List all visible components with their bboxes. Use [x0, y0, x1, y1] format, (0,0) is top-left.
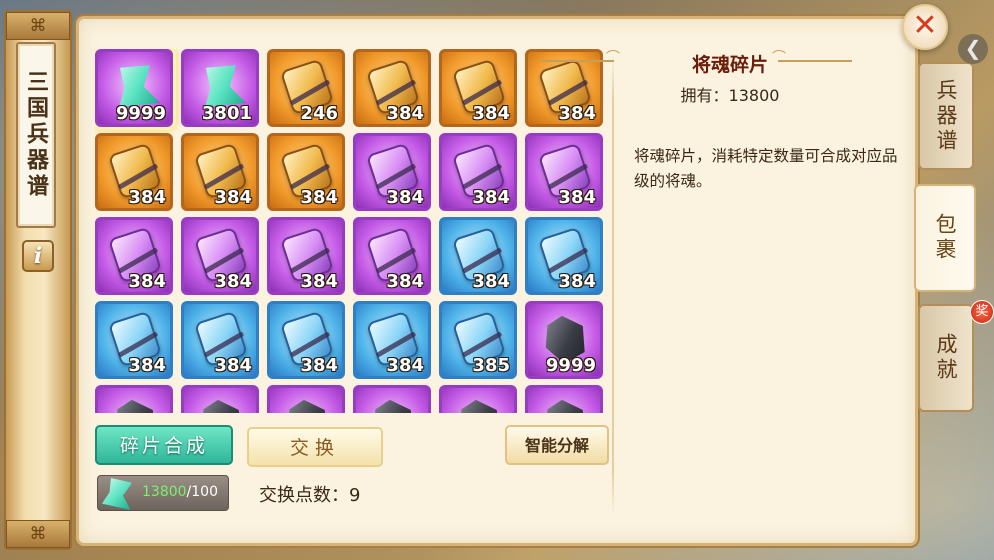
- item-count: 384: [214, 187, 252, 208]
- back-arrow-icon[interactable]: ❮: [958, 34, 988, 64]
- item-slot[interactable]: 9999: [95, 49, 173, 127]
- banner-knob-bottom: [6, 520, 70, 548]
- item-slot[interactable]: 384: [267, 217, 345, 295]
- item-slot[interactable]: 384: [525, 217, 603, 295]
- banner-knob-top: [6, 12, 70, 40]
- item-slot[interactable]: 384: [95, 301, 173, 379]
- item-count: 384: [472, 187, 510, 208]
- item-slot[interactable]: [267, 385, 345, 413]
- synthesize-button[interactable]: 碎片合成: [95, 425, 233, 465]
- item-slot[interactable]: 384: [181, 217, 259, 295]
- item-slot[interactable]: 384: [181, 301, 259, 379]
- item-count: 384: [300, 187, 338, 208]
- item-count: 384: [128, 187, 166, 208]
- item-slot[interactable]: 384: [95, 133, 173, 211]
- ore-fragment-icon: [452, 395, 506, 413]
- item-count: 384: [300, 271, 338, 292]
- item-count: 384: [386, 355, 424, 376]
- item-slot[interactable]: 384: [525, 133, 603, 211]
- item-slot[interactable]: [95, 385, 173, 413]
- item-count: 384: [386, 271, 424, 292]
- item-count: 384: [300, 355, 338, 376]
- item-slot[interactable]: [525, 385, 603, 413]
- item-slot[interactable]: 384: [267, 301, 345, 379]
- item-slot[interactable]: 384: [181, 133, 259, 211]
- item-count: 384: [128, 355, 166, 376]
- item-slot[interactable]: 384: [353, 301, 431, 379]
- item-slot[interactable]: 384: [439, 49, 517, 127]
- item-count: 384: [214, 355, 252, 376]
- item-slot[interactable]: 246: [267, 49, 345, 127]
- item-slot[interactable]: [181, 385, 259, 413]
- item-slot[interactable]: 384: [95, 217, 173, 295]
- item-slot[interactable]: 384: [353, 133, 431, 211]
- tab-bag[interactable]: 包裹: [914, 184, 976, 292]
- ore-fragment-icon: [194, 395, 248, 413]
- item-count: 384: [558, 103, 596, 124]
- item-slot[interactable]: 384: [439, 133, 517, 211]
- detail-item-name: 将魂碎片: [691, 54, 768, 76]
- info-button[interactable]: i: [22, 240, 54, 272]
- detail-owned-count: 拥有：13800: [680, 86, 780, 105]
- item-slot[interactable]: [439, 385, 517, 413]
- item-count: 246: [300, 103, 338, 124]
- item-count: 384: [558, 271, 596, 292]
- item-slot[interactable]: 384: [267, 133, 345, 211]
- fragment-stock: 13800/100: [97, 475, 229, 511]
- item-count: 385: [472, 355, 510, 376]
- reward-badge: 奖: [970, 300, 994, 324]
- fragment-required: /100: [186, 484, 218, 500]
- ore-fragment-icon: [538, 395, 592, 413]
- panel-divider: [612, 56, 614, 516]
- item-slot[interactable]: 9999: [525, 301, 603, 379]
- item-slot[interactable]: 385: [439, 301, 517, 379]
- item-slot[interactable]: [353, 385, 431, 413]
- item-count: 384: [472, 271, 510, 292]
- page-title: 三国兵器谱: [23, 70, 49, 200]
- item-count: 3801: [201, 103, 252, 124]
- tab-weapons[interactable]: 兵器谱: [918, 62, 974, 170]
- item-slot[interactable]: 384: [439, 217, 517, 295]
- fragment-owned: 13800: [142, 484, 187, 500]
- detail-description: 将魂碎片，消耗特定数量可合成对应品级的将魂。: [634, 147, 898, 190]
- item-slot[interactable]: 3801: [181, 49, 259, 127]
- fragment-icon: [102, 478, 132, 510]
- tab-bag-label: 包裹: [933, 213, 957, 263]
- item-slot[interactable]: 384: [353, 217, 431, 295]
- item-count: 384: [558, 187, 596, 208]
- item-count: 384: [386, 187, 424, 208]
- exchange-points: 交换点数：9: [259, 485, 361, 506]
- item-count: 9999: [545, 355, 596, 376]
- ore-fragment-icon: [280, 395, 334, 413]
- tab-achievement[interactable]: 成就: [918, 304, 974, 412]
- tab-achievement-label: 成就: [934, 333, 958, 383]
- item-count: 384: [472, 103, 510, 124]
- item-grid: 9999 3801 246 384 384 384 384 384 384 384 384 384 38…: [95, 49, 605, 413]
- item-slot[interactable]: 384: [353, 49, 431, 127]
- exchange-button[interactable]: 交换: [247, 427, 383, 467]
- item-grid-area[interactable]: 9999 3801 246 384 384 384 384 384 384 384 384 384 38…: [95, 49, 605, 413]
- fragment-stock-text: 13800/100: [142, 484, 218, 500]
- auto-decompose-button[interactable]: 智能分解: [505, 425, 609, 465]
- item-count: 9999: [115, 103, 166, 124]
- close-button[interactable]: ✕: [902, 4, 948, 50]
- title-scroll: 三国兵器谱: [16, 42, 56, 228]
- item-count: 384: [386, 103, 424, 124]
- ore-fragment-icon: [108, 395, 162, 413]
- tab-weapons-label: 兵器谱: [934, 78, 958, 154]
- ore-fragment-icon: [366, 395, 420, 413]
- item-count: 384: [128, 271, 166, 292]
- item-count: 384: [214, 271, 252, 292]
